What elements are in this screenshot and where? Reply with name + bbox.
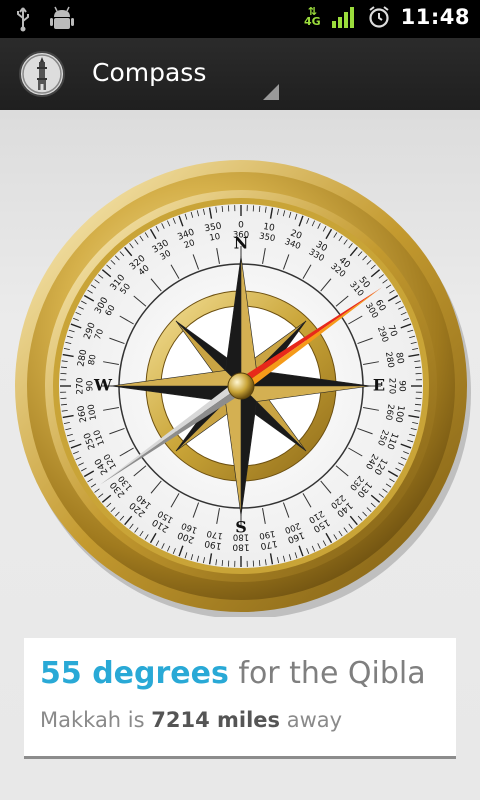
cardinal-w: W bbox=[93, 376, 113, 395]
needle-cap bbox=[227, 372, 255, 400]
compass: 0 10 20 30 40 50 60 70 80 90 100 110 120 130 140 150 160… bbox=[10, 155, 472, 619]
outer-degree-label: 270 bbox=[76, 377, 86, 394]
clock: 11:48 bbox=[400, 5, 470, 29]
action-bar: Compass bbox=[0, 38, 480, 112]
android-debug-icon bbox=[50, 6, 74, 29]
outer-degree-label: 0 bbox=[238, 221, 244, 231]
distance-text: Makkah is 7214 miles away bbox=[40, 708, 342, 732]
cardinal-s: S bbox=[235, 518, 247, 537]
qibla-info-card: 55 degrees for the Qibla Makkah is 7214 … bbox=[24, 638, 456, 759]
qibla-degrees: 55 degrees bbox=[40, 656, 229, 691]
distance-value: 7214 miles bbox=[151, 708, 281, 732]
inner-degree-label: 270 bbox=[387, 378, 397, 394]
distance-suffix: away bbox=[280, 708, 343, 732]
inner-degree-label: 10 bbox=[209, 232, 221, 244]
qibla-label: for the Qibla bbox=[228, 656, 426, 691]
app-title[interactable]: Compass bbox=[92, 58, 206, 87]
signal-icon bbox=[331, 7, 354, 28]
dropdown-indicator-icon[interactable] bbox=[263, 84, 279, 100]
outer-degree-label: 180 bbox=[232, 542, 249, 552]
cardinal-e: E bbox=[373, 376, 385, 395]
network-type-indicator: ⇅ 4G bbox=[303, 5, 321, 28]
qibla-direction-text: 55 degrees for the Qibla bbox=[40, 656, 426, 691]
mosque-minaret-icon[interactable] bbox=[18, 50, 66, 98]
cardinal-n: N bbox=[234, 234, 249, 253]
usb-icon bbox=[17, 7, 29, 32]
status-bar: ⇅ 4G 11:48 bbox=[0, 0, 480, 38]
alarm-icon bbox=[369, 6, 389, 28]
outer-degree-label: 90 bbox=[397, 380, 407, 392]
distance-prefix: Makkah is bbox=[40, 708, 152, 732]
compass-dial: 0 102030405060708090100110120130140150160… bbox=[15, 160, 471, 619]
inner-degree-label: 80 bbox=[87, 354, 99, 366]
